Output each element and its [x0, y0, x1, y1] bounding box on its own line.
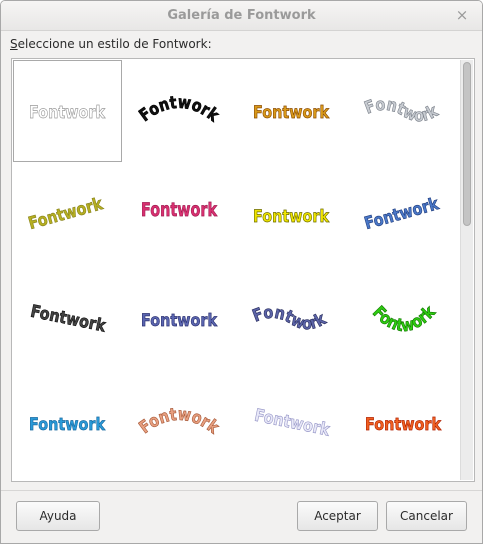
- fontwork-preview-text: Fontwork: [365, 415, 442, 435]
- fontwork-preview-text: Fontwork: [138, 93, 220, 127]
- help-button-label: Ayuda: [39, 509, 77, 523]
- fontwork-style-gallery[interactable]: Fontwork Fontwork Fontwork Fontwork Fontwork…: [11, 58, 475, 482]
- fontwork-style-item[interactable]: Fontwork: [12, 163, 124, 275]
- cancel-button-label: Cancelar: [400, 509, 453, 523]
- fontwork-style-item[interactable]: Fontwork: [124, 267, 236, 379]
- fontwork-preview-icon: Fontwork: [141, 311, 218, 332]
- fontwork-preview-icon: Fontwork: [362, 94, 442, 126]
- fontwork-preview-icon: Fontwork: [253, 207, 330, 228]
- fontwork-preview-text: Fontwork: [29, 103, 106, 123]
- fontwork-preview-icon: Fontwork: [28, 301, 108, 337]
- fontwork-preview-icon: Fontwork: [250, 302, 330, 334]
- fontwork-preview-text: Fontwork: [141, 311, 218, 331]
- prompt-text: eleccione un estilo de Fontwork:: [17, 37, 212, 51]
- fontwork-preview-icon: Fontwork: [138, 404, 220, 439]
- fontwork-preview-icon: Fontwork: [141, 199, 218, 222]
- fontwork-style-item[interactable]: Fontwork: [12, 267, 124, 379]
- cancel-button[interactable]: Cancelar: [386, 501, 467, 531]
- fontwork-preview-icon: Fontwork: [29, 103, 106, 124]
- vertical-scrollbar[interactable]: [460, 60, 473, 480]
- close-icon[interactable]: ×: [454, 6, 470, 24]
- fontwork-preview-text: Fontwork: [362, 194, 441, 234]
- style-grid: Fontwork Fontwork Fontwork Fontwork Fontwork…: [12, 59, 460, 481]
- fontwork-style-item[interactable]: Fontwork: [348, 267, 460, 379]
- button-separator: [1, 490, 482, 491]
- fontwork-style-item[interactable]: Fontwork: [236, 163, 348, 275]
- fontwork-preview-text: Fontwork: [26, 194, 105, 234]
- fontwork-preview-text: Fontwork: [29, 302, 108, 337]
- fontwork-style-item[interactable]: Fontwork: [124, 371, 236, 481]
- ok-button-label: Aceptar: [314, 509, 361, 523]
- fontwork-preview-icon: Fontwork: [26, 194, 106, 235]
- fontwork-style-item[interactable]: Fontwork: [12, 371, 124, 481]
- fontwork-style-item[interactable]: Fontwork: [236, 267, 348, 379]
- fontwork-style-item[interactable]: Fontwork: [348, 371, 460, 481]
- fontwork-preview-text: Fontwork: [253, 207, 330, 227]
- ok-button[interactable]: Aceptar: [297, 501, 378, 531]
- fontwork-style-item[interactable]: Fontwork: [124, 163, 236, 275]
- fontwork-preview-icon: Fontwork: [362, 194, 442, 235]
- fontwork-style-item[interactable]: Fontwork: [124, 59, 236, 171]
- fontwork-style-item[interactable]: Fontwork: [348, 59, 460, 171]
- fontwork-preview-text: Fontwork: [368, 302, 440, 337]
- fontwork-preview-text: Fontwork: [250, 303, 330, 334]
- fontwork-preview-icon: Fontwork: [365, 415, 442, 436]
- fontwork-preview-text: Fontwork: [253, 103, 330, 123]
- fontwork-preview-text: Fontwork: [362, 95, 442, 126]
- dialog-title: Galería de Fontwork: [167, 8, 316, 23]
- fontwork-preview-icon: Fontwork: [252, 405, 332, 441]
- fontwork-preview-text: Fontwork: [253, 406, 332, 441]
- gallery-prompt-label: Seleccione un estilo de Fontwork:: [10, 37, 212, 51]
- scrollbar-thumb[interactable]: [463, 62, 471, 226]
- fontwork-gallery-dialog: Galería de Fontwork × Seleccione un esti…: [0, 0, 483, 544]
- fontwork-style-item[interactable]: Fontwork: [12, 59, 124, 171]
- fontwork-preview-icon: Fontwork: [138, 92, 220, 127]
- fontwork-preview-text: Fontwork: [29, 415, 106, 435]
- fontwork-style-item[interactable]: Fontwork: [236, 59, 348, 171]
- fontwork-preview-icon: Fontwork: [368, 302, 440, 337]
- prompt-mnemonic: S: [10, 37, 18, 51]
- fontwork-preview-icon: Fontwork: [29, 415, 106, 436]
- fontwork-preview-text: Fontwork: [141, 199, 217, 221]
- fontwork-style-item[interactable]: Fontwork: [236, 371, 348, 481]
- title-bar[interactable]: Galería de Fontwork ×: [1, 1, 482, 31]
- help-button[interactable]: Ayuda: [16, 501, 100, 531]
- fontwork-preview-text: Fontwork: [138, 405, 220, 439]
- fontwork-preview-icon: Fontwork: [253, 103, 330, 124]
- fontwork-style-item[interactable]: Fontwork: [348, 163, 460, 275]
